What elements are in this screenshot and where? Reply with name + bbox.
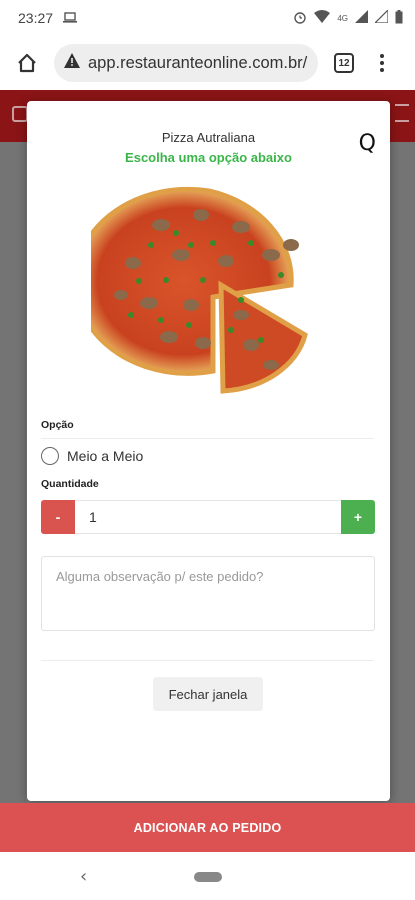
wifi-icon — [314, 10, 331, 26]
product-subtitle: Escolha uma opção abaixo — [125, 150, 292, 165]
url-text: app.restauranteonline.com.br/D — [88, 53, 308, 72]
product-title: Pizza Autraliana — [161, 130, 256, 145]
home-gesture-pill[interactable] — [194, 872, 222, 882]
close-window-button[interactable]: Fechar janela — [153, 677, 263, 711]
quantity-stepper: - 1 + — [41, 500, 375, 534]
address-bar[interactable]: app.restauranteonline.com.br/D — [54, 44, 318, 82]
signal-icon — [355, 10, 368, 26]
status-right: 4G — [293, 8, 403, 27]
more-menu-icon[interactable] — [372, 54, 392, 72]
browser-toolbar: app.restauranteonline.com.br/D 12 — [0, 36, 415, 90]
hamburger-menu-icon — [395, 104, 409, 122]
close-icon[interactable]: Q — [359, 131, 376, 156]
notes-textarea[interactable]: Alguma observação p/ este pedido? — [41, 556, 375, 631]
signal-empty-icon — [373, 8, 389, 26]
home-icon — [12, 106, 28, 122]
product-modal: Pizza Autraliana Escolha uma opção abaix… — [27, 101, 390, 801]
page-column-left — [0, 142, 26, 803]
tab-switcher-button[interactable]: 12 — [334, 53, 354, 73]
network-type-label: 4G — [337, 13, 348, 23]
quantity-input[interactable]: 1 — [75, 500, 341, 534]
add-to-order-button[interactable]: ADICIONAR AO PEDIDO — [0, 803, 415, 852]
divider — [41, 438, 374, 439]
status-left: 23:27 — [18, 10, 78, 26]
status-time: 23:27 — [18, 10, 54, 26]
radio-button[interactable] — [41, 447, 59, 465]
battery-icon — [395, 9, 403, 27]
system-nav-bar: ‹ — [0, 852, 415, 900]
status-bar: 23:27 4G — [0, 0, 415, 36]
alarm-icon — [293, 10, 307, 27]
divider — [41, 660, 374, 661]
page-column-right — [389, 142, 415, 803]
option-label: Meio a Meio — [67, 448, 144, 464]
warning-icon — [64, 53, 80, 73]
option-section-label: Opção — [41, 419, 74, 431]
home-icon[interactable] — [14, 50, 40, 76]
option-meio-a-meio[interactable]: Meio a Meio — [41, 447, 143, 465]
quantity-label: Quantidade — [41, 478, 99, 490]
laptop-icon — [63, 10, 78, 26]
increase-quantity-button[interactable]: + — [341, 500, 375, 534]
back-icon[interactable]: ‹ — [80, 866, 87, 887]
pizza-image — [91, 186, 308, 394]
decrease-quantity-button[interactable]: - — [41, 500, 75, 534]
